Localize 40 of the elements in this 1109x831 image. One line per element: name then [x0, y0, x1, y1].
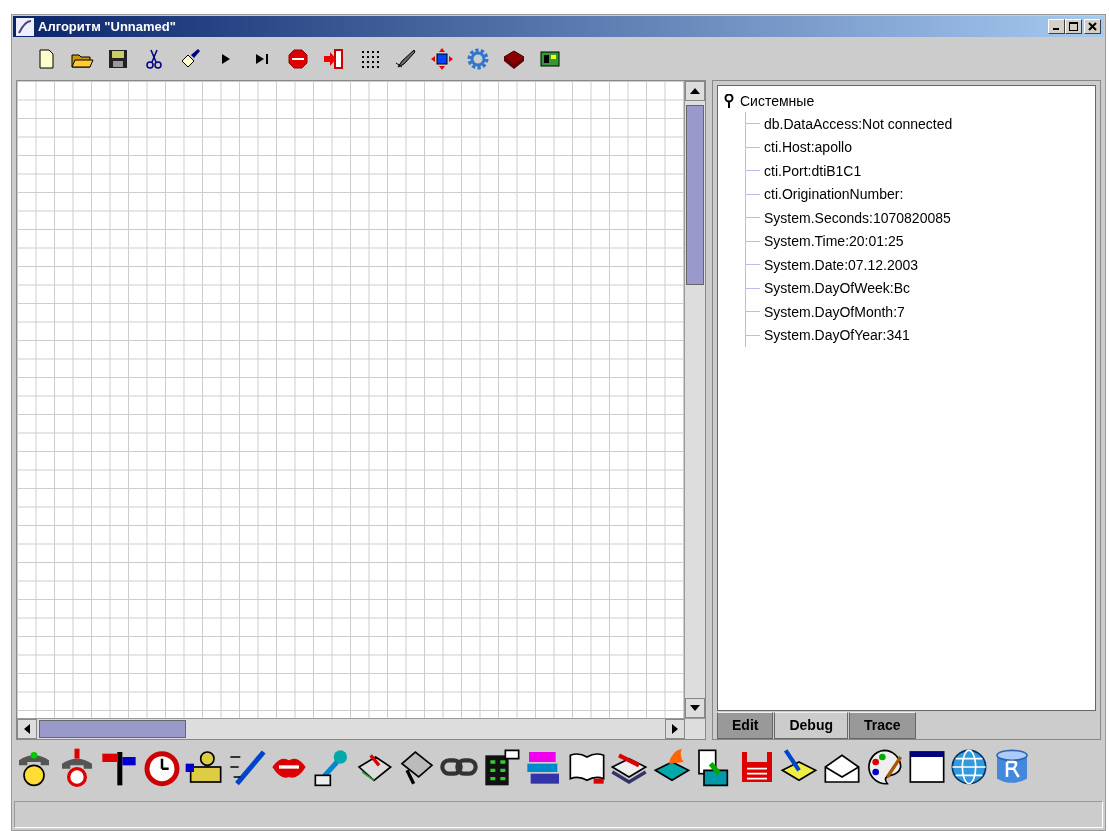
tree-leaf[interactable]: cti.Port:dtiB1C1	[764, 162, 862, 179]
vertical-scrollbar[interactable]	[684, 81, 705, 718]
tree-leaf[interactable]: cti.OriginationNumber:	[764, 186, 904, 203]
right-arrow-icon	[672, 724, 678, 734]
tree-leaf[interactable]: db.DataAccess:Not connected	[764, 115, 953, 132]
scroll-up-button[interactable]	[685, 81, 705, 101]
maximize-button[interactable]	[1065, 19, 1082, 34]
tree-toggle-icon[interactable]	[724, 94, 734, 108]
maximize-icon	[1069, 22, 1078, 31]
down-arrow-icon	[690, 705, 700, 711]
left-arrow-icon	[24, 724, 30, 734]
exit-door-icon[interactable]	[322, 47, 346, 71]
scroll-right-button[interactable]	[665, 719, 685, 739]
tree-leaf[interactable]: cti.Host:apollo	[764, 139, 852, 156]
app-icon	[16, 17, 34, 36]
scroll-thumb[interactable]	[686, 105, 704, 285]
tree-node[interactable]: Системные	[740, 93, 815, 109]
tree-leaf[interactable]: System.DayOfYear:341	[764, 327, 910, 344]
scroll-thumb[interactable]	[39, 720, 186, 738]
pen-icon[interactable]	[394, 47, 418, 71]
horizontal-scrollbar[interactable]	[17, 718, 705, 739]
tab[interactable]: Trace	[849, 712, 916, 739]
gear-icon[interactable]	[466, 47, 490, 71]
close-icon	[1088, 22, 1097, 31]
tree-leaf[interactable]: System.Time:20:01:25	[764, 233, 904, 250]
tree-leaf[interactable]: System.DayOfMonth:7	[764, 303, 905, 320]
globe-icon[interactable]	[949, 747, 989, 787]
scroll-left-button[interactable]	[17, 719, 37, 739]
tree-leaf[interactable]: System.Date:07.12.2003	[764, 256, 919, 273]
tree-leaf[interactable]: System.DayOfWeek:Вс	[764, 280, 910, 297]
cube-arrows-icon[interactable]	[430, 47, 454, 71]
scroll-down-button[interactable]	[685, 698, 705, 718]
minimize-button[interactable]	[1048, 19, 1065, 34]
tab[interactable]: Edit	[717, 712, 774, 739]
window-title: Алгоритм "Unnamed"	[38, 19, 177, 34]
up-arrow-icon	[690, 88, 700, 94]
tree-leaf[interactable]: System.Seconds:1070820085	[764, 209, 951, 226]
close-button[interactable]	[1084, 19, 1101, 34]
tab[interactable]: Debug	[774, 712, 848, 739]
stop-sign-icon[interactable]	[286, 47, 310, 71]
